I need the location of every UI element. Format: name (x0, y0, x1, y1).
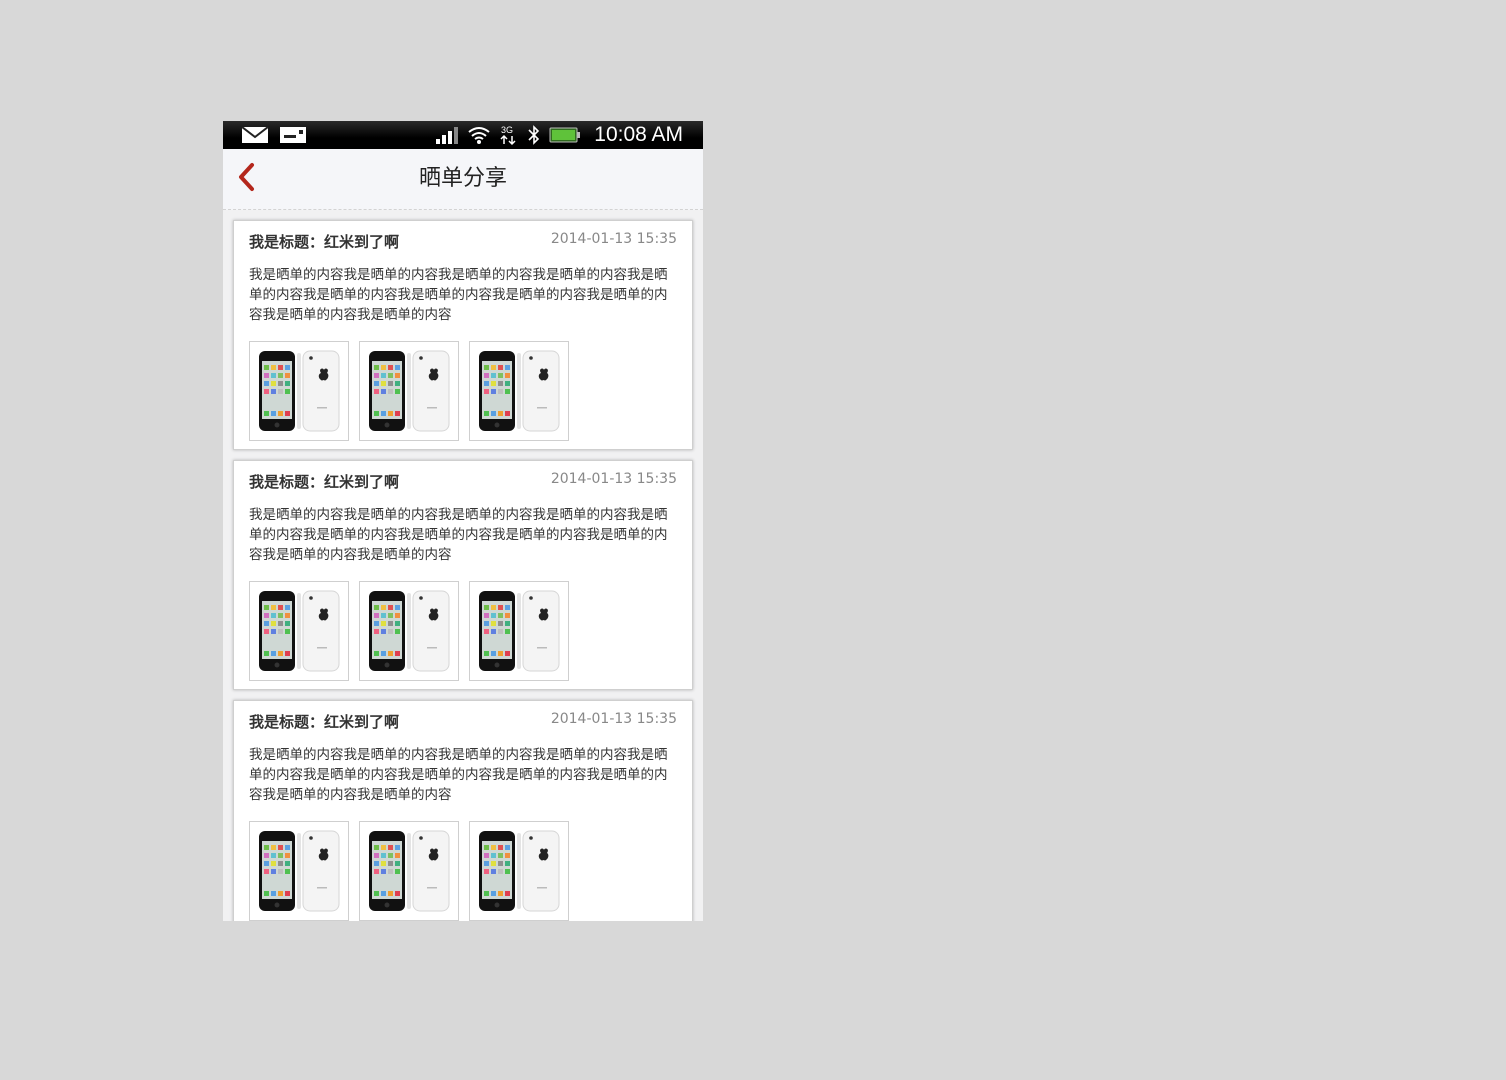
post-title: 我是标题：红米到了啊 (249, 713, 400, 731)
bluetooth-icon (526, 121, 542, 149)
phone-product-image (369, 350, 450, 432)
signal-icon (435, 121, 459, 149)
post-card[interactable]: 我是标题：红米到了啊 2014-01-13 15:35 我是晒单的内容我是晒单的… (233, 700, 693, 921)
post-image-thumbnail[interactable] (469, 821, 569, 921)
phone-screen: 3G 10:08 AM 晒单分享 我是标题：红米到了啊 2014-01-13 1… (223, 121, 703, 921)
post-image-thumbnail[interactable] (359, 581, 459, 681)
post-card[interactable]: 我是标题：红米到了啊 2014-01-13 15:35 我是晒单的内容我是晒单的… (233, 460, 693, 690)
post-image-thumbnail[interactable] (249, 821, 349, 921)
post-list: 我是标题：红米到了啊 2014-01-13 15:35 我是晒单的内容我是晒单的… (223, 210, 703, 921)
3g-icon: 3G (499, 121, 519, 149)
phone-product-image (369, 590, 450, 672)
phone-product-image (479, 350, 560, 432)
post-card[interactable]: 我是标题：红米到了啊 2014-01-13 15:35 我是晒单的内容我是晒单的… (233, 220, 693, 450)
post-image-row (249, 341, 569, 441)
phone-product-image (369, 830, 450, 912)
phone-product-image (479, 830, 560, 912)
svg-text:3G: 3G (501, 125, 513, 135)
status-bar: 3G 10:08 AM (223, 121, 703, 149)
phone-product-image (259, 350, 340, 432)
page-title: 晒单分享 (418, 166, 507, 191)
post-image-row (249, 581, 569, 681)
post-image-thumbnail[interactable] (359, 341, 459, 441)
post-date: 2014-01-13 15:35 (550, 471, 677, 487)
post-image-thumbnail[interactable] (469, 581, 569, 681)
status-time: 10:08 AM (594, 123, 683, 146)
post-title: 我是标题：红米到了啊 (249, 473, 400, 491)
phone-product-image (259, 830, 340, 912)
nav-header: 晒单分享 (223, 149, 703, 210)
sim-icon (279, 121, 307, 149)
post-date: 2014-01-13 15:35 (550, 231, 677, 247)
post-image-thumbnail[interactable] (469, 341, 569, 441)
post-date: 2014-01-13 15:35 (550, 711, 677, 727)
wifi-icon (467, 121, 491, 149)
post-content: 我是晒单的内容我是晒单的内容我是晒单的内容我是晒单的内容我是晒单的内容我是晒单的… (249, 267, 668, 323)
post-content: 我是晒单的内容我是晒单的内容我是晒单的内容我是晒单的内容我是晒单的内容我是晒单的… (249, 507, 668, 563)
post-image-thumbnail[interactable] (249, 341, 349, 441)
battery-icon (549, 121, 581, 149)
phone-product-image (259, 590, 340, 672)
mail-icon (241, 121, 269, 149)
post-content: 我是晒单的内容我是晒单的内容我是晒单的内容我是晒单的内容我是晒单的内容我是晒单的… (249, 747, 668, 803)
post-image-thumbnail[interactable] (359, 821, 459, 921)
post-title: 我是标题：红米到了啊 (249, 233, 400, 251)
post-image-row (249, 821, 569, 921)
post-image-thumbnail[interactable] (249, 581, 349, 681)
phone-product-image (479, 590, 560, 672)
